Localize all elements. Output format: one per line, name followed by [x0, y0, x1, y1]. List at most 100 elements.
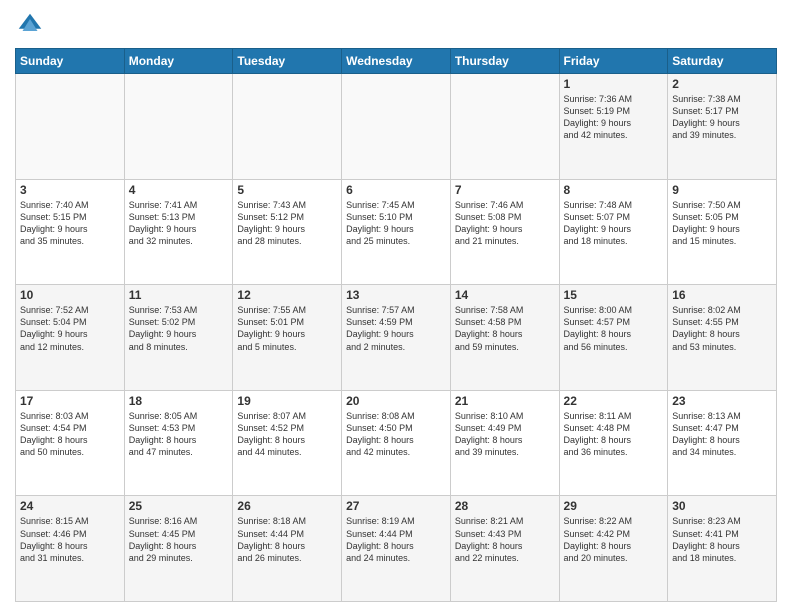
day-cell: 6 Sunrise: 7:45 AM Sunset: 5:10 PM Daylig… — [342, 179, 451, 285]
day-number: 26 — [237, 499, 337, 513]
day-info: Sunrise: 7:48 AM Sunset: 5:07 PM Dayligh… — [564, 199, 664, 248]
day-header-wednesday: Wednesday — [342, 49, 451, 74]
day-cell: 21 Sunrise: 8:10 AM Sunset: 4:49 PM Dayli… — [450, 390, 559, 496]
day-info: Sunrise: 8:02 AM Sunset: 4:55 PM Dayligh… — [672, 304, 772, 353]
day-number: 4 — [129, 183, 229, 197]
day-info: Sunrise: 8:23 AM Sunset: 4:41 PM Dayligh… — [672, 515, 772, 564]
week-row-1: 1 Sunrise: 7:36 AM Sunset: 5:19 PM Daylig… — [16, 74, 777, 180]
day-info: Sunrise: 8:16 AM Sunset: 4:45 PM Dayligh… — [129, 515, 229, 564]
day-number: 11 — [129, 288, 229, 302]
day-info: Sunrise: 8:13 AM Sunset: 4:47 PM Dayligh… — [672, 410, 772, 459]
day-number: 12 — [237, 288, 337, 302]
day-cell: 16 Sunrise: 8:02 AM Sunset: 4:55 PM Dayli… — [668, 285, 777, 391]
day-info: Sunrise: 7:46 AM Sunset: 5:08 PM Dayligh… — [455, 199, 555, 248]
day-cell — [233, 74, 342, 180]
day-info: Sunrise: 7:55 AM Sunset: 5:01 PM Dayligh… — [237, 304, 337, 353]
day-number: 30 — [672, 499, 772, 513]
day-number: 19 — [237, 394, 337, 408]
day-number: 23 — [672, 394, 772, 408]
day-cell — [16, 74, 125, 180]
day-cell: 28 Sunrise: 8:21 AM Sunset: 4:43 PM Dayli… — [450, 496, 559, 602]
day-number: 18 — [129, 394, 229, 408]
day-number: 27 — [346, 499, 446, 513]
calendar-header: SundayMondayTuesdayWednesdayThursdayFrid… — [16, 49, 777, 74]
calendar-body: 1 Sunrise: 7:36 AM Sunset: 5:19 PM Daylig… — [16, 74, 777, 602]
day-info: Sunrise: 7:41 AM Sunset: 5:13 PM Dayligh… — [129, 199, 229, 248]
day-cell: 14 Sunrise: 7:58 AM Sunset: 4:58 PM Dayli… — [450, 285, 559, 391]
day-number: 22 — [564, 394, 664, 408]
day-info: Sunrise: 8:15 AM Sunset: 4:46 PM Dayligh… — [20, 515, 120, 564]
day-number: 29 — [564, 499, 664, 513]
day-cell: 12 Sunrise: 7:55 AM Sunset: 5:01 PM Dayli… — [233, 285, 342, 391]
day-info: Sunrise: 7:52 AM Sunset: 5:04 PM Dayligh… — [20, 304, 120, 353]
day-cell: 10 Sunrise: 7:52 AM Sunset: 5:04 PM Dayli… — [16, 285, 125, 391]
day-number: 24 — [20, 499, 120, 513]
day-number: 13 — [346, 288, 446, 302]
day-info: Sunrise: 8:11 AM Sunset: 4:48 PM Dayligh… — [564, 410, 664, 459]
day-cell: 2 Sunrise: 7:38 AM Sunset: 5:17 PM Daylig… — [668, 74, 777, 180]
week-row-4: 17Sunrise: 8:03 AM Sunset: 4:54 PM Dayli… — [16, 390, 777, 496]
day-cell: 26 Sunrise: 8:18 AM Sunset: 4:44 PM Dayli… — [233, 496, 342, 602]
day-number: 10 — [20, 288, 120, 302]
page-container: SundayMondayTuesdayWednesdayThursdayFrid… — [0, 0, 792, 612]
day-cell: 7 Sunrise: 7:46 AM Sunset: 5:08 PM Daylig… — [450, 179, 559, 285]
week-row-2: 3 Sunrise: 7:40 AM Sunset: 5:15 PM Daylig… — [16, 179, 777, 285]
day-info: Sunrise: 7:58 AM Sunset: 4:58 PM Dayligh… — [455, 304, 555, 353]
day-info: Sunrise: 7:57 AM Sunset: 4:59 PM Dayligh… — [346, 304, 446, 353]
day-info: Sunrise: 8:08 AM Sunset: 4:50 PM Dayligh… — [346, 410, 446, 459]
day-info: Sunrise: 7:36 AM Sunset: 5:19 PM Dayligh… — [564, 93, 664, 142]
day-cell: 15 Sunrise: 8:00 AM Sunset: 4:57 PM Dayli… — [559, 285, 668, 391]
day-info: Sunrise: 8:00 AM Sunset: 4:57 PM Dayligh… — [564, 304, 664, 353]
day-cell: 24 Sunrise: 8:15 AM Sunset: 4:46 PM Dayli… — [16, 496, 125, 602]
day-header-thursday: Thursday — [450, 49, 559, 74]
day-cell: 3 Sunrise: 7:40 AM Sunset: 5:15 PM Daylig… — [16, 179, 125, 285]
day-header-saturday: Saturday — [668, 49, 777, 74]
day-cell: 17Sunrise: 8:03 AM Sunset: 4:54 PM Dayli… — [16, 390, 125, 496]
day-info: Sunrise: 8:19 AM Sunset: 4:44 PM Dayligh… — [346, 515, 446, 564]
day-info: Sunrise: 8:10 AM Sunset: 4:49 PM Dayligh… — [455, 410, 555, 459]
day-number: 9 — [672, 183, 772, 197]
day-info: Sunrise: 7:38 AM Sunset: 5:17 PM Dayligh… — [672, 93, 772, 142]
day-info: Sunrise: 7:50 AM Sunset: 5:05 PM Dayligh… — [672, 199, 772, 248]
day-cell: 29Sunrise: 8:22 AM Sunset: 4:42 PM Dayli… — [559, 496, 668, 602]
day-info: Sunrise: 7:45 AM Sunset: 5:10 PM Dayligh… — [346, 199, 446, 248]
day-cell: 19 Sunrise: 8:07 AM Sunset: 4:52 PM Dayli… — [233, 390, 342, 496]
day-number: 8 — [564, 183, 664, 197]
day-info: Sunrise: 8:21 AM Sunset: 4:43 PM Dayligh… — [455, 515, 555, 564]
day-number: 3 — [20, 183, 120, 197]
day-cell: 18 Sunrise: 8:05 AM Sunset: 4:53 PM Dayli… — [124, 390, 233, 496]
day-header-sunday: Sunday — [16, 49, 125, 74]
day-info: Sunrise: 7:40 AM Sunset: 5:15 PM Dayligh… — [20, 199, 120, 248]
day-cell: 5Sunrise: 7:43 AM Sunset: 5:12 PM Daylig… — [233, 179, 342, 285]
day-cell — [124, 74, 233, 180]
day-cell — [450, 74, 559, 180]
day-info: Sunrise: 7:53 AM Sunset: 5:02 PM Dayligh… — [129, 304, 229, 353]
day-number: 2 — [672, 77, 772, 91]
day-number: 21 — [455, 394, 555, 408]
header-row: SundayMondayTuesdayWednesdayThursdayFrid… — [16, 49, 777, 74]
day-cell: 27 Sunrise: 8:19 AM Sunset: 4:44 PM Dayli… — [342, 496, 451, 602]
day-cell: 8 Sunrise: 7:48 AM Sunset: 5:07 PM Daylig… — [559, 179, 668, 285]
day-cell: 13 Sunrise: 7:57 AM Sunset: 4:59 PM Dayli… — [342, 285, 451, 391]
day-number: 17 — [20, 394, 120, 408]
day-cell: 25Sunrise: 8:16 AM Sunset: 4:45 PM Dayli… — [124, 496, 233, 602]
day-info: Sunrise: 7:43 AM Sunset: 5:12 PM Dayligh… — [237, 199, 337, 248]
day-number: 16 — [672, 288, 772, 302]
day-cell: 4 Sunrise: 7:41 AM Sunset: 5:13 PM Daylig… — [124, 179, 233, 285]
day-info: Sunrise: 8:18 AM Sunset: 4:44 PM Dayligh… — [237, 515, 337, 564]
day-cell: 22 Sunrise: 8:11 AM Sunset: 4:48 PM Dayli… — [559, 390, 668, 496]
day-number: 6 — [346, 183, 446, 197]
day-number: 7 — [455, 183, 555, 197]
day-info: Sunrise: 8:05 AM Sunset: 4:53 PM Dayligh… — [129, 410, 229, 459]
day-info: Sunrise: 8:07 AM Sunset: 4:52 PM Dayligh… — [237, 410, 337, 459]
day-number: 15 — [564, 288, 664, 302]
page-header — [15, 10, 777, 40]
day-number: 1 — [564, 77, 664, 91]
day-number: 14 — [455, 288, 555, 302]
day-cell: 30 Sunrise: 8:23 AM Sunset: 4:41 PM Dayli… — [668, 496, 777, 602]
logo — [15, 10, 49, 40]
day-header-monday: Monday — [124, 49, 233, 74]
week-row-3: 10 Sunrise: 7:52 AM Sunset: 5:04 PM Dayli… — [16, 285, 777, 391]
day-number: 28 — [455, 499, 555, 513]
calendar-table: SundayMondayTuesdayWednesdayThursdayFrid… — [15, 48, 777, 602]
